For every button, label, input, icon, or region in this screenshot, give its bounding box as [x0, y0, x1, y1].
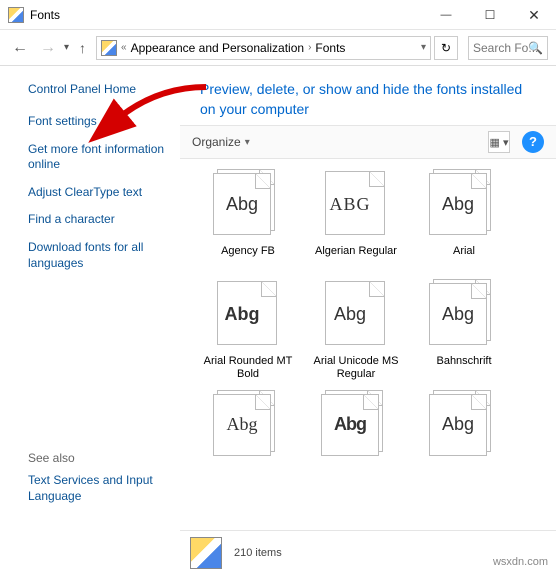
refresh-button[interactable]: ↻ — [434, 36, 458, 60]
sidebar-link-cleartype[interactable]: Adjust ClearType text — [28, 185, 170, 201]
font-sample: Abg — [213, 173, 271, 235]
font-item[interactable]: Abg — [410, 390, 518, 492]
font-sample: Abg — [213, 394, 271, 456]
font-name-label: Bahnschrift — [410, 355, 518, 381]
up-button[interactable]: ↑ — [79, 40, 86, 56]
font-item[interactable]: Abg — [194, 390, 302, 492]
font-sample: ABG — [321, 173, 379, 235]
font-item[interactable]: Abg Arial Unicode MS Regular — [302, 279, 410, 381]
chevron-right-icon: › — [308, 42, 311, 53]
breadcrumb-parent[interactable]: Appearance and Personalization — [131, 41, 304, 55]
font-name-label — [302, 466, 410, 492]
font-name-label: Arial — [410, 245, 518, 271]
title-bar: Fonts — ☐ ✕ — [0, 0, 556, 30]
font-item[interactable]: Abg Arial Rounded MT Bold — [194, 279, 302, 381]
sidebar-link-download-fonts[interactable]: Download fonts for all languages — [28, 240, 170, 271]
status-folder-icon — [190, 537, 222, 569]
font-name-label — [410, 466, 518, 492]
page-heading: Preview, delete, or show and hide the fo… — [180, 66, 556, 125]
sidebar-link-text-services[interactable]: Text Services and Input Language — [28, 473, 170, 504]
search-icon: 🔍 — [528, 41, 543, 55]
font-name-label: Arial Unicode MS Regular — [302, 355, 410, 381]
app-icon — [8, 7, 24, 23]
font-item[interactable]: Abg Agency FB — [194, 169, 302, 271]
font-sample: Abg — [321, 283, 379, 345]
address-dropdown[interactable]: ▾ — [421, 42, 426, 53]
font-sample: Abg — [429, 173, 487, 235]
search-input[interactable]: Search Fo... 🔍 — [468, 36, 548, 60]
font-item[interactable]: Abg — [302, 390, 410, 492]
breadcrumb-current[interactable]: Fonts — [315, 41, 345, 55]
sidebar-link-font-settings[interactable]: Font settings — [28, 114, 170, 130]
font-name-label — [194, 466, 302, 492]
organize-bar: Organize ▾ ▦ ▾ ? — [180, 125, 556, 159]
font-sample: Abg — [213, 283, 271, 345]
see-also-header: See also — [28, 451, 170, 465]
chevron-down-icon: ▾ — [245, 137, 250, 148]
history-dropdown[interactable]: ▾ — [64, 42, 69, 53]
font-sample: Abg — [429, 394, 487, 456]
font-item[interactable]: ABG Algerian Regular — [302, 169, 410, 271]
close-button[interactable]: ✕ — [512, 1, 556, 29]
view-options-button[interactable]: ▦ ▾ — [488, 131, 510, 153]
font-item[interactable]: Abg Arial — [410, 169, 518, 271]
organize-button[interactable]: Organize ▾ — [192, 135, 250, 149]
watermark: wsxdn.com — [493, 556, 548, 568]
sidebar-link-find-character[interactable]: Find a character — [28, 212, 170, 228]
maximize-button[interactable]: ☐ — [468, 1, 512, 29]
organize-label: Organize — [192, 135, 241, 149]
sidebar: Control Panel Home Font settings Get mor… — [0, 66, 180, 550]
content-pane: Preview, delete, or show and hide the fo… — [180, 66, 556, 550]
chevron-left-icon: « — [121, 42, 127, 53]
sidebar-link-get-more-info[interactable]: Get more font information online — [28, 142, 170, 173]
font-grid: AbgAgency FBABGAlgerian RegularAbgArialA… — [180, 159, 556, 550]
back-button[interactable]: ← — [8, 36, 32, 60]
help-button[interactable]: ? — [522, 131, 544, 153]
font-sample: Abg — [321, 394, 379, 456]
status-count: 210 items — [234, 547, 282, 559]
address-bar[interactable]: « Appearance and Personalization › Fonts… — [96, 36, 431, 60]
font-name-label: Agency FB — [194, 245, 302, 271]
nav-toolbar: ← → ▾ ↑ « Appearance and Personalization… — [0, 30, 556, 66]
location-icon — [101, 40, 117, 56]
forward-button[interactable]: → — [36, 36, 60, 60]
font-name-label: Arial Rounded MT Bold — [194, 355, 302, 381]
window-title: Fonts — [30, 8, 424, 22]
font-name-label: Algerian Regular — [302, 245, 410, 271]
font-item[interactable]: Abg Bahnschrift — [410, 279, 518, 381]
font-sample: Abg — [429, 283, 487, 345]
control-panel-home-link[interactable]: Control Panel Home — [28, 82, 170, 96]
minimize-button[interactable]: — — [424, 1, 468, 29]
